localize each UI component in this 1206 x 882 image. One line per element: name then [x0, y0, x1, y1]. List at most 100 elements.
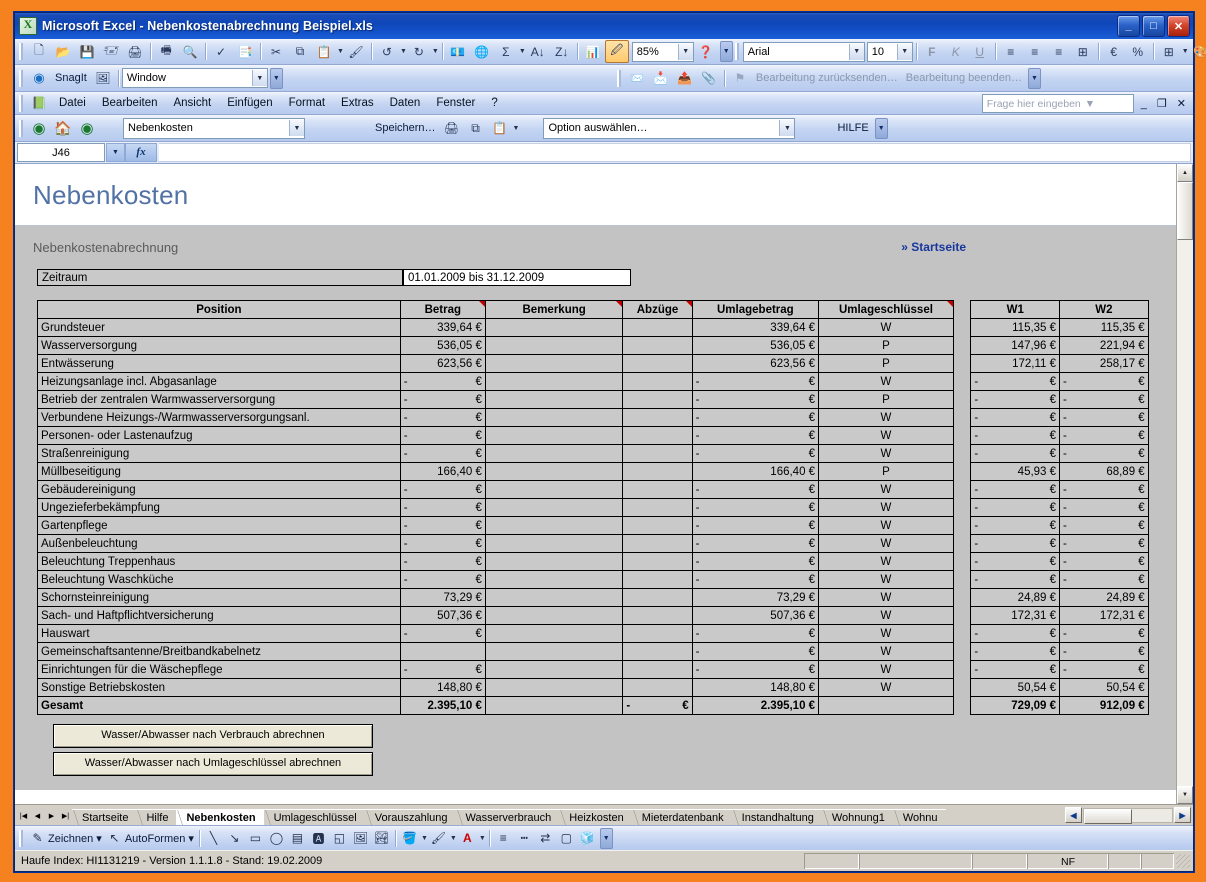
first-sheet-button[interactable]: |◀ — [17, 809, 30, 823]
cell-bemerkung[interactable] — [484, 552, 624, 571]
cell-position[interactable]: Personen- oder Lastenaufzug — [37, 426, 401, 445]
clip-art-icon[interactable]: 🖼 — [350, 828, 371, 848]
toolbar-grip[interactable] — [19, 829, 24, 847]
vertical-scroll-track[interactable] — [1177, 240, 1193, 786]
scroll-right-button[interactable]: ▶ — [1174, 807, 1191, 823]
horizontal-scroll-track[interactable] — [1083, 807, 1173, 824]
zoom-combo[interactable]: 85% ▼ — [631, 41, 694, 62]
cell-umlageschluessel[interactable]: W — [818, 318, 954, 337]
cell-bemerkung[interactable] — [484, 588, 624, 607]
draw-menu-icon[interactable]: ✎ — [27, 828, 48, 848]
save-icon[interactable]: 💾 — [75, 40, 99, 63]
menu-item-datei[interactable]: Datei — [51, 95, 94, 111]
toolbar-grip[interactable] — [19, 119, 24, 137]
start-page-link[interactable]: » Startseite — [901, 240, 966, 254]
cell-position[interactable]: Sach- und Haftpflichtversicherung — [37, 606, 401, 625]
borders-dropdown-icon[interactable]: ▼ — [1182, 48, 1189, 55]
menu-grip[interactable] — [19, 94, 24, 112]
fill-color-icon[interactable]: 🪣 — [399, 828, 420, 848]
chevron-down-icon[interactable]: ▼ — [1081, 98, 1095, 110]
print-preview-icon[interactable]: 🖷 — [154, 40, 178, 63]
cut-icon[interactable]: ✂ — [264, 40, 288, 63]
cell-abzuege[interactable] — [622, 462, 693, 481]
chevron-down-icon[interactable]: ▼ — [677, 43, 693, 60]
sheet-tab-startseite[interactable]: Startseite — [72, 809, 137, 825]
toolbar-grip[interactable] — [616, 69, 622, 87]
shadow-style-icon[interactable]: ▢ — [556, 828, 577, 848]
toolbar-overflow-button[interactable]: ▼ — [874, 117, 888, 139]
cell-position[interactable]: Betrieb der zentralen Warmwasserversorgu… — [37, 390, 401, 409]
chevron-down-icon[interactable]: ▼ — [251, 70, 267, 86]
cell-abzuege[interactable] — [622, 588, 693, 607]
sheet-tab-nebenkosten[interactable]: Nebenkosten — [176, 809, 264, 825]
font-color-dropdown-icon[interactable]: ▼ — [479, 835, 486, 842]
undo-icon[interactable]: ↺ — [375, 40, 399, 63]
back-icon[interactable]: ◉ — [27, 117, 51, 140]
cell-bemerkung[interactable] — [484, 570, 624, 589]
cell-betrag[interactable]: - € — [399, 444, 486, 463]
cell-abzuege[interactable] — [622, 372, 693, 391]
cell-umlageschluessel[interactable]: P — [818, 462, 954, 481]
workbook-minimize-button[interactable]: _ — [1138, 98, 1150, 110]
draw-menu-label[interactable]: Zeichnen ▾ — [48, 832, 104, 845]
cell-umlageschluessel[interactable]: W — [818, 444, 954, 463]
insert-picture-icon[interactable]: 🏞 — [371, 828, 392, 848]
toolbar-overflow-button[interactable]: ▼ — [719, 41, 733, 62]
cell-umlageschluessel[interactable]: W — [818, 516, 954, 535]
snagit-capture-icon[interactable]: 🖼 — [91, 67, 115, 90]
cell-umlageschluessel[interactable]: W — [818, 408, 954, 427]
align-center-icon[interactable]: ≡ — [1023, 40, 1047, 63]
copy-icon[interactable]: ⧉ — [288, 40, 312, 63]
cell-abzuege[interactable] — [622, 660, 693, 679]
chevron-down-icon[interactable]: ▼ — [779, 120, 795, 136]
new-icon[interactable]: 🗋 — [27, 40, 51, 63]
cell-umlageschluessel[interactable]: W — [818, 642, 954, 661]
help-label[interactable]: HILFE — [833, 122, 872, 134]
wordart-icon[interactable]: 🅰 — [308, 828, 329, 848]
cell-abzuege[interactable] — [622, 642, 693, 661]
cell-position[interactable]: Schornsteinreinigung — [37, 588, 401, 607]
snagit-profile-combo[interactable]: Window ▼ — [121, 68, 268, 88]
italic-button[interactable]: K — [944, 40, 968, 63]
undo-dropdown-icon[interactable]: ▼ — [400, 48, 407, 55]
cell-umlageschluessel[interactable]: W — [818, 498, 954, 517]
currency-format-button[interactable]: € — [1102, 40, 1126, 63]
menu-item-format[interactable]: Format — [281, 95, 333, 111]
cell-umlageschluessel[interactable]: W — [818, 606, 954, 625]
borders-icon[interactable]: ⊞ — [1157, 40, 1181, 63]
sheet-tab-wohnu[interactable]: Wohnu — [892, 809, 946, 825]
option-selector-combo[interactable]: Option auswählen… ▼ — [543, 117, 796, 139]
ask-a-question-input[interactable]: Frage hier eingeben ▼ — [981, 94, 1134, 113]
scroll-down-button[interactable]: ▼ — [1177, 786, 1193, 804]
text-box-icon[interactable]: ▤ — [287, 828, 308, 848]
cell-abzuege[interactable] — [622, 516, 693, 535]
save-label[interactable]: Speichern… — [371, 122, 440, 134]
cell-betrag[interactable]: - € — [399, 408, 486, 427]
cell-abzuege[interactable] — [622, 480, 693, 499]
resize-grip[interactable] — [1176, 854, 1190, 868]
cell-position[interactable]: Straßenreinigung — [37, 444, 401, 463]
cell-umlageschluessel[interactable]: W — [818, 480, 954, 499]
chevron-down-icon[interactable]: ▼ — [289, 120, 304, 136]
toolbar-overflow-button[interactable]: ▼ — [1028, 67, 1041, 89]
sheet-tab-wohnung1[interactable]: Wohnung1 — [821, 809, 893, 825]
insert-function-button[interactable]: fx — [125, 143, 157, 162]
spellcheck-icon[interactable]: ✓ — [209, 40, 233, 63]
bill-water-by-consumption-button[interactable]: Wasser/Abwasser nach Verbrauch abrechnen — [53, 724, 373, 748]
cell-bemerkung[interactable] — [484, 660, 624, 679]
cell-abzuege[interactable] — [622, 570, 693, 589]
reply-icon[interactable]: 📩 — [649, 67, 673, 90]
cell-position[interactable]: Heizungsanlage incl. Abgasanlage — [37, 372, 401, 391]
previous-sheet-button[interactable]: ◀ — [31, 809, 44, 823]
cell-position[interactable]: Verbundene Heizungs-/Warmwasserversorgun… — [37, 408, 401, 427]
chevron-down-icon[interactable]: ▼ — [896, 43, 912, 60]
3d-style-icon[interactable]: 🧊 — [577, 828, 598, 848]
vertical-scrollbar[interactable]: ▲ ▼ — [1176, 164, 1193, 804]
cell-bemerkung[interactable] — [484, 498, 624, 517]
cell-bemerkung[interactable] — [484, 336, 624, 355]
cell-umlageschluessel[interactable]: W — [818, 426, 954, 445]
cell-position[interactable]: Einrichtungen für die Wäschepflege — [37, 660, 401, 679]
forward-icon[interactable]: 📤 — [673, 67, 697, 90]
cell-betrag[interactable]: 536,05 € — [399, 336, 486, 355]
cell-abzuege[interactable] — [622, 498, 693, 517]
